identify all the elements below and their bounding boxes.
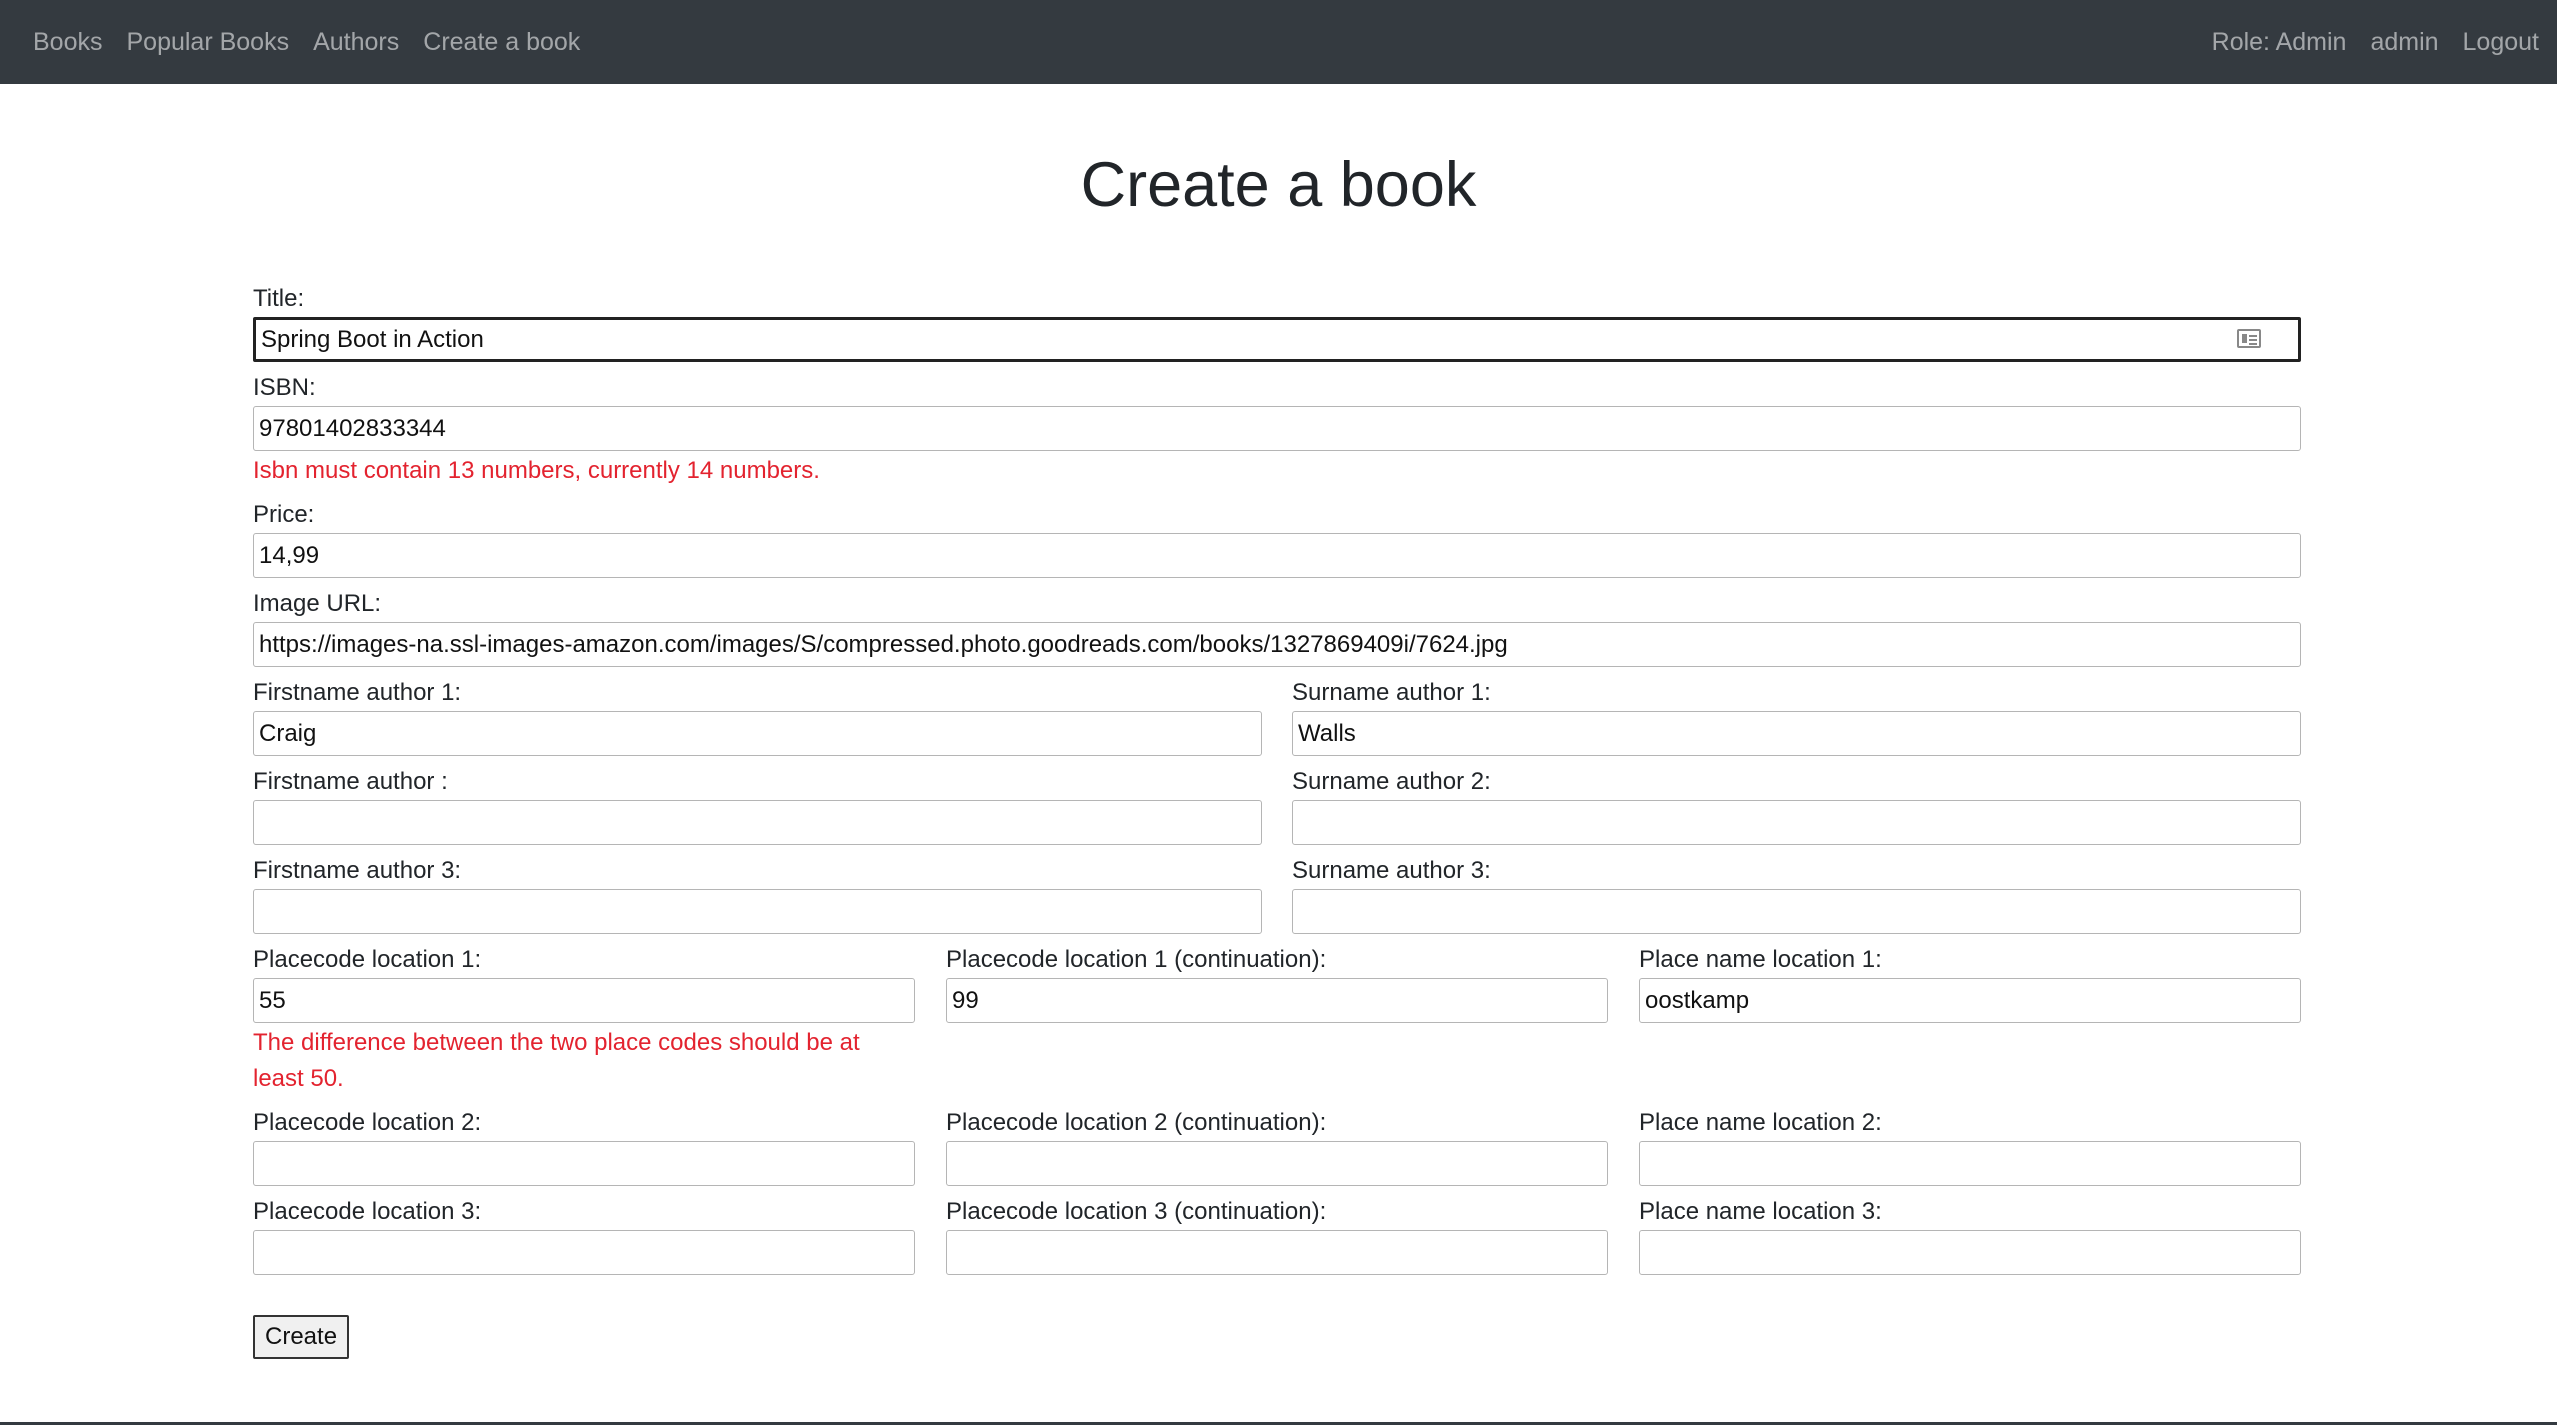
author-2-row: Firstname author : Surname author 2: (253, 764, 2301, 845)
place-name-location-2-input[interactable] (1639, 1141, 2301, 1186)
place-name-location-3-label: Place name location 3: (1639, 1198, 1882, 1225)
placecode-location-2-cont-label: Placecode location 2 (continuation): (946, 1109, 1327, 1136)
firstname-author-3-input[interactable] (253, 889, 1262, 934)
placecode-location-3-input[interactable] (253, 1230, 915, 1275)
firstname-author-2-input[interactable] (253, 800, 1262, 845)
nav-logout[interactable]: Logout (2463, 28, 2539, 57)
isbn-error: Isbn must contain 13 numbers, currently … (253, 457, 820, 484)
image-url-input[interactable] (253, 622, 2301, 667)
price-input[interactable] (253, 533, 2301, 578)
firstname-author-1-field: Firstname author 1: (253, 675, 1262, 756)
price-label: Price: (253, 501, 315, 528)
nav-link-popular-books[interactable]: Popular Books (126, 28, 289, 57)
page-title: Create a book (1080, 150, 1477, 220)
surname-author-3-label: Surname author 3: (1292, 857, 1491, 884)
surname-author-1-label: Surname author 1: (1292, 679, 1491, 706)
title-field: Title: (253, 281, 2301, 362)
firstname-author-1-input[interactable] (253, 711, 1262, 756)
place-name-location-1-input[interactable] (1639, 978, 2301, 1023)
surname-author-1-input[interactable] (1292, 711, 2301, 756)
place-name-location-2-field: Place name location 2: (1639, 1105, 2301, 1186)
nav-role[interactable]: Role: Admin (2212, 28, 2347, 57)
author-1-row: Firstname author 1: Surname author 1: (253, 675, 2301, 756)
place-name-location-3-field: Place name location 3: (1639, 1194, 2301, 1275)
nav-link-books[interactable]: Books (33, 28, 102, 57)
placecode-location-1-cont-field: Placecode location 1 (continuation): (946, 942, 1608, 1097)
surname-author-3-input[interactable] (1292, 889, 2301, 934)
nav-right: Role: Admin admin Logout (2188, 28, 2539, 57)
placecode-location-2-cont-field: Placecode location 2 (continuation): (946, 1105, 1608, 1186)
placecode-location-1-label: Placecode location 1: (253, 946, 482, 973)
location-3-row: Placecode location 3: Placecode location… (253, 1194, 2301, 1275)
image-url-field: Image URL: (253, 586, 2301, 667)
nav-user[interactable]: admin (2370, 28, 2438, 57)
place-name-location-1-label: Place name location 1: (1639, 946, 1882, 973)
placecode-location-2-input[interactable] (253, 1141, 915, 1186)
price-field: Price: (253, 497, 2301, 578)
placecode-location-2-cont-input[interactable] (946, 1141, 1608, 1186)
surname-author-3-field: Surname author 3: (1292, 853, 2301, 934)
placecode-location-1-cont-label: Placecode location 1 (continuation): (946, 946, 1327, 973)
placecode-location-3-field: Placecode location 3: (253, 1194, 915, 1275)
place-name-location-3-input[interactable] (1639, 1230, 2301, 1275)
placecode-location-2-field: Placecode location 2: (253, 1105, 915, 1186)
image-url-label: Image URL: (253, 590, 382, 617)
firstname-author-1-label: Firstname author 1: (253, 679, 462, 706)
isbn-label: ISBN: (253, 374, 316, 401)
placecode-location-3-cont-field: Placecode location 3 (continuation): (946, 1194, 1608, 1275)
isbn-field: ISBN: Isbn must contain 13 numbers, curr… (253, 370, 2301, 489)
placecode-location-2-label: Placecode location 2: (253, 1109, 482, 1136)
location-2-row: Placecode location 2: Placecode location… (253, 1105, 2301, 1186)
firstname-author-2-field: Firstname author : (253, 764, 1262, 845)
surname-author-2-field: Surname author 2: (1292, 764, 2301, 845)
title-input-wrap (253, 317, 2301, 362)
nav-link-create-book[interactable]: Create a book (423, 28, 580, 57)
title-input[interactable] (253, 317, 2301, 362)
nav-left: Books Popular Books Authors Create a boo… (33, 28, 604, 57)
placecode-location-1-cont-input[interactable] (946, 978, 1608, 1023)
firstname-author-3-label: Firstname author 3: (253, 857, 462, 884)
placecode-location-1-field: Placecode location 1: The difference bet… (253, 942, 915, 1097)
surname-author-2-input[interactable] (1292, 800, 2301, 845)
nav-link-authors[interactable]: Authors (313, 28, 399, 57)
create-book-form: Title: ISBN: Isbn must contain 13 number… (253, 281, 2301, 1359)
title-label: Title: (253, 285, 305, 312)
surname-author-2-label: Surname author 2: (1292, 768, 1491, 795)
placecode-location-1-error: The difference between the two place cod… (253, 1029, 860, 1092)
placecode-location-3-cont-input[interactable] (946, 1230, 1608, 1275)
place-name-location-1-field: Place name location 1: (1639, 942, 2301, 1097)
surname-author-1-field: Surname author 1: (1292, 675, 2301, 756)
author-3-row: Firstname author 3: Surname author 3: (253, 853, 2301, 934)
isbn-input[interactable] (253, 406, 2301, 451)
firstname-author-3-field: Firstname author 3: (253, 853, 1262, 934)
location-1-row: Placecode location 1: The difference bet… (253, 942, 2301, 1097)
place-name-location-2-label: Place name location 2: (1639, 1109, 1882, 1136)
placecode-location-3-label: Placecode location 3: (253, 1198, 482, 1225)
autofill-card-icon[interactable] (2237, 329, 2261, 348)
placecode-location-1-input[interactable] (253, 978, 915, 1023)
placecode-location-3-cont-label: Placecode location 3 (continuation): (946, 1198, 1327, 1225)
firstname-author-2-label: Firstname author : (253, 768, 448, 795)
navbar: Books Popular Books Authors Create a boo… (0, 0, 2557, 84)
create-button[interactable]: Create (253, 1315, 350, 1359)
